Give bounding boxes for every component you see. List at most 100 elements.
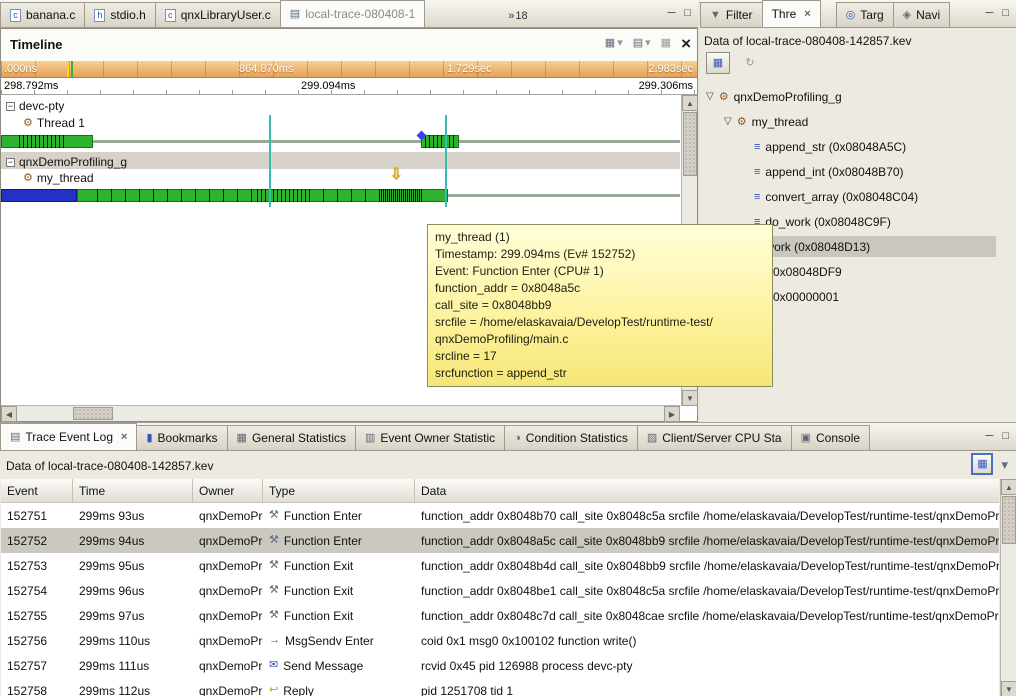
scroll-up-icon[interactable]: ▲ bbox=[682, 95, 698, 111]
table-row[interactable]: 152754 299ms 96us qnxDemoProfiling_g ⚒ F… bbox=[1, 578, 999, 603]
tree-item-function[interactable]: ≡ do_work (0x08048C9F) bbox=[754, 211, 891, 232]
close-icon[interactable]: × bbox=[804, 8, 810, 20]
column-header-event[interactable]: Event bbox=[1, 479, 73, 503]
timeline-bar-thread1[interactable] bbox=[1, 135, 680, 148]
tab-label: Condition Statistics bbox=[526, 431, 628, 445]
refresh-button[interactable]: ↻ bbox=[738, 52, 762, 74]
column-header-data[interactable]: Data bbox=[415, 479, 999, 503]
editor-tab-banana-c[interactable]: c banana.c bbox=[0, 2, 85, 27]
trace-log-icon: ▤ bbox=[10, 432, 20, 443]
editor-tab-label: qnxLibraryUser.c bbox=[181, 8, 271, 22]
editor-tab-overflow-chevron[interactable]: » 18 bbox=[508, 10, 527, 22]
scroll-down-icon[interactable]: ▼ bbox=[682, 390, 698, 406]
reply-icon: ↩ bbox=[269, 685, 278, 696]
trace-file-icon: ▤ bbox=[290, 9, 300, 20]
cell-event: 152758 bbox=[1, 684, 73, 696]
timeline-group-devc-pty[interactable]: − devc-pty bbox=[6, 99, 64, 113]
tab-general-statistics[interactable]: ▦ General Statistics bbox=[227, 425, 356, 450]
cell-owner: qnxDemoProfiling_g bbox=[193, 534, 263, 548]
collapse-icon[interactable]: − bbox=[6, 158, 15, 167]
minimize-icon[interactable]: ─ bbox=[986, 430, 994, 442]
tab-filter[interactable]: ▼ Filter bbox=[700, 2, 763, 27]
function-exit-icon: ⚒ bbox=[269, 610, 279, 621]
tree-expanded-icon[interactable]: ▽ bbox=[706, 91, 714, 102]
table-row[interactable]: 152751 299ms 93us qnxDemoProfiling_g ⚒ F… bbox=[1, 503, 999, 528]
column-header-time[interactable]: Time bbox=[73, 479, 193, 503]
console-icon: ▣ bbox=[801, 433, 811, 444]
tab-navigator[interactable]: ◈ Navi bbox=[893, 2, 950, 27]
process-gear-icon: ⚙ bbox=[719, 90, 729, 103]
maximize-icon[interactable]: □ bbox=[1002, 7, 1009, 19]
scrollbar-thumb[interactable] bbox=[73, 407, 113, 420]
ruler-label: 299.306ms bbox=[639, 80, 693, 92]
tree-item-address[interactable]: 0x00000001 bbox=[773, 286, 839, 307]
statistics-icon: ▦ bbox=[237, 433, 247, 444]
trace-event-log-panel: ▤ Trace Event Log × ▮ Bookmarks ▦ Genera… bbox=[0, 422, 1016, 696]
view-menu-icon[interactable]: ▾ bbox=[1001, 458, 1008, 471]
show-table-button[interactable]: ▦ bbox=[706, 52, 730, 74]
tree-item-function[interactable]: ≡ convert_array (0x08048C04) bbox=[754, 186, 918, 207]
table-row[interactable]: 152756 299ms 110us qnxDemoProfiling_g → … bbox=[1, 628, 999, 653]
close-icon[interactable]: × bbox=[121, 431, 127, 443]
tree-item-process[interactable]: ▽ ⚙ qnxDemoProfiling_g bbox=[706, 86, 842, 107]
table-row[interactable]: 152758 299ms 112us qnxDemoProfiling_g ↩ … bbox=[1, 678, 999, 696]
timeline-zoom-ruler[interactable]: 298.792ms 299.094ms 299.306ms bbox=[1, 78, 697, 95]
table-row[interactable]: 152755 299ms 97us qnxDemoProfiling_g ⚒ F… bbox=[1, 603, 999, 628]
tab-event-owner-statistic[interactable]: ▥ Event Owner Statistic bbox=[355, 425, 505, 450]
bottom-tab-bar: ▤ Trace Event Log × ▮ Bookmarks ▦ Genera… bbox=[0, 423, 1016, 451]
editor-tab-local-trace[interactable]: ▤ local-trace-080408-1 bbox=[280, 0, 425, 27]
tab-target[interactable]: ◎ Targ bbox=[836, 2, 894, 27]
tree-item-address[interactable]: 0x08048DF9 bbox=[773, 261, 842, 282]
tab-client-server-cpu[interactable]: ▧ Client/Server CPU Sta bbox=[637, 425, 792, 450]
editor-tab-stdio-h[interactable]: h stdio.h bbox=[84, 2, 155, 27]
thread-gear-icon: ⚙ bbox=[737, 115, 747, 128]
scroll-up-icon[interactable]: ▲ bbox=[1001, 479, 1016, 495]
scrollbar-thumb[interactable] bbox=[683, 112, 697, 176]
maximize-icon[interactable]: □ bbox=[1002, 430, 1009, 442]
timeline-group-qnxdemoprofiling[interactable]: − qnxDemoProfiling_g bbox=[6, 155, 127, 169]
close-icon[interactable]: × bbox=[681, 35, 691, 52]
timeline-full-ruler[interactable]: .000ns 864.870ms 1.729sec 2.983sec bbox=[1, 61, 697, 78]
scroll-right-icon[interactable]: ▶ bbox=[664, 406, 680, 422]
tooltip-line: srcfile = /home/elaskavaia/DevelopTest/r… bbox=[435, 314, 765, 331]
table-vertical-scrollbar[interactable]: ▲ ▼ bbox=[1000, 479, 1016, 696]
maximize-icon[interactable]: □ bbox=[684, 7, 691, 19]
column-header-type[interactable]: Type bbox=[263, 479, 415, 503]
editor-tab-label: stdio.h bbox=[110, 8, 145, 22]
tree-item-function-selected[interactable]: ≡ work (0x08048D13) bbox=[748, 236, 996, 257]
timeline-row-my-thread[interactable]: ⚙ my_thread bbox=[23, 171, 94, 185]
scroll-down-icon[interactable]: ▼ bbox=[1001, 681, 1016, 696]
tree-item-thread[interactable]: ▽ ⚙ my_thread bbox=[724, 111, 808, 132]
c-file-icon: c bbox=[10, 9, 21, 22]
timeline-horizontal-scrollbar[interactable]: ◀ ▶ bbox=[1, 405, 680, 421]
display-options-button[interactable]: ▦ ▾ bbox=[605, 38, 623, 49]
tab-bookmarks[interactable]: ▮ Bookmarks bbox=[136, 425, 227, 450]
tab-trace-event-log[interactable]: ▤ Trace Event Log × bbox=[0, 423, 137, 450]
tab-thread[interactable]: Thre × bbox=[762, 0, 821, 27]
thread-gear-icon: ⚙ bbox=[23, 173, 33, 184]
tree-expanded-icon[interactable]: ▽ bbox=[724, 116, 732, 127]
minimize-icon[interactable]: ─ bbox=[668, 7, 676, 19]
tab-condition-statistics[interactable]: ◑ Condition Statistics bbox=[504, 425, 638, 450]
table-row[interactable]: 152757 299ms 111us qnxDemoProfiling_g ✉ … bbox=[1, 653, 999, 678]
timeline-bar-my-thread[interactable] bbox=[1, 189, 680, 202]
tab-console[interactable]: ▣ Console bbox=[791, 425, 870, 450]
tree-item-function[interactable]: ≡ append_int (0x08048B70) bbox=[754, 161, 904, 182]
cell-type: ✉ Send Message bbox=[263, 659, 415, 673]
toggle-table-button[interactable]: ▦ bbox=[971, 453, 993, 475]
tooltip-line: function_addr = 0x8048a5c bbox=[435, 280, 765, 297]
function-enter-icon: ⚒ bbox=[269, 535, 279, 546]
grid-toggle-button[interactable]: ▦ bbox=[661, 38, 671, 49]
editor-tab-qnxlibraryuser-c[interactable]: c qnxLibraryUser.c bbox=[155, 2, 281, 27]
minimize-icon[interactable]: ─ bbox=[986, 7, 994, 19]
table-row[interactable]: 152753 299ms 95us qnxDemoProfiling_g ⚒ F… bbox=[1, 553, 999, 578]
zoom-options-button[interactable]: ▤ ▾ bbox=[633, 38, 651, 49]
tree-item-function[interactable]: ≡ append_str (0x08048A5C) bbox=[754, 136, 906, 157]
scrollbar-thumb[interactable] bbox=[1002, 496, 1016, 544]
scroll-left-icon[interactable]: ◀ bbox=[1, 406, 17, 422]
collapse-icon[interactable]: − bbox=[6, 102, 15, 111]
table-row-selected[interactable]: 152752 299ms 94us qnxDemoProfiling_g ⚒ F… bbox=[1, 528, 999, 553]
column-header-owner[interactable]: Owner bbox=[193, 479, 263, 503]
event-ticks bbox=[19, 135, 67, 148]
timeline-row-thread1[interactable]: ⚙ Thread 1 bbox=[23, 116, 85, 130]
